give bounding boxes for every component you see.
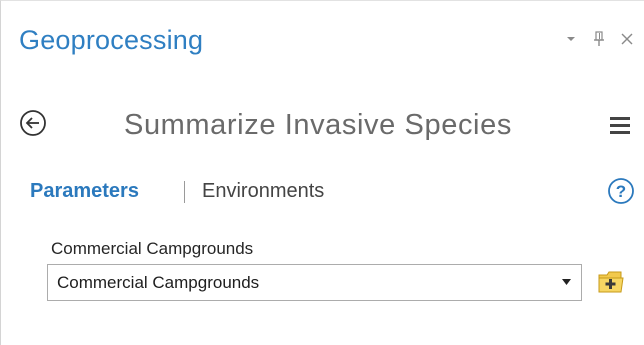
- tab-parameters[interactable]: Parameters: [30, 177, 139, 205]
- back-button[interactable]: [19, 109, 47, 137]
- pane-title: Geoprocessing: [19, 25, 204, 55]
- close-icon: [621, 33, 633, 45]
- browse-button[interactable]: [597, 269, 625, 295]
- tab-environments[interactable]: Environments: [202, 177, 324, 205]
- add-folder-icon: [598, 271, 624, 293]
- tool-header: Summarize Invasive Species: [1, 105, 644, 145]
- help-button[interactable]: ?: [607, 177, 635, 205]
- svg-text:?: ?: [616, 182, 626, 201]
- pin-icon: [594, 31, 604, 46]
- back-arrow-icon: [20, 110, 46, 136]
- tab-separator: [184, 181, 185, 203]
- dropdown-selected-value: Commercial Campgrounds: [57, 273, 260, 292]
- geoprocessing-pane: Geoprocessing Summarize Invasive Species…: [0, 0, 644, 345]
- pane-options-button[interactable]: [564, 29, 578, 49]
- parameter-label: Commercial Campgrounds: [51, 239, 254, 258]
- pane-controls: [564, 29, 634, 49]
- close-pane-button[interactable]: [620, 29, 634, 49]
- tab-bar: Parameters Environments ?: [1, 177, 644, 207]
- campgrounds-dropdown[interactable]: Commercial Campgrounds: [47, 264, 582, 301]
- chevron-down-icon: [567, 37, 575, 41]
- hamburger-menu-icon: [610, 117, 630, 134]
- dropdown-arrow-icon: [562, 279, 571, 285]
- pin-button[interactable]: [592, 29, 606, 49]
- tool-title: Summarize Invasive Species: [124, 109, 512, 141]
- help-icon: ?: [608, 178, 634, 204]
- tool-menu-button[interactable]: [609, 115, 631, 135]
